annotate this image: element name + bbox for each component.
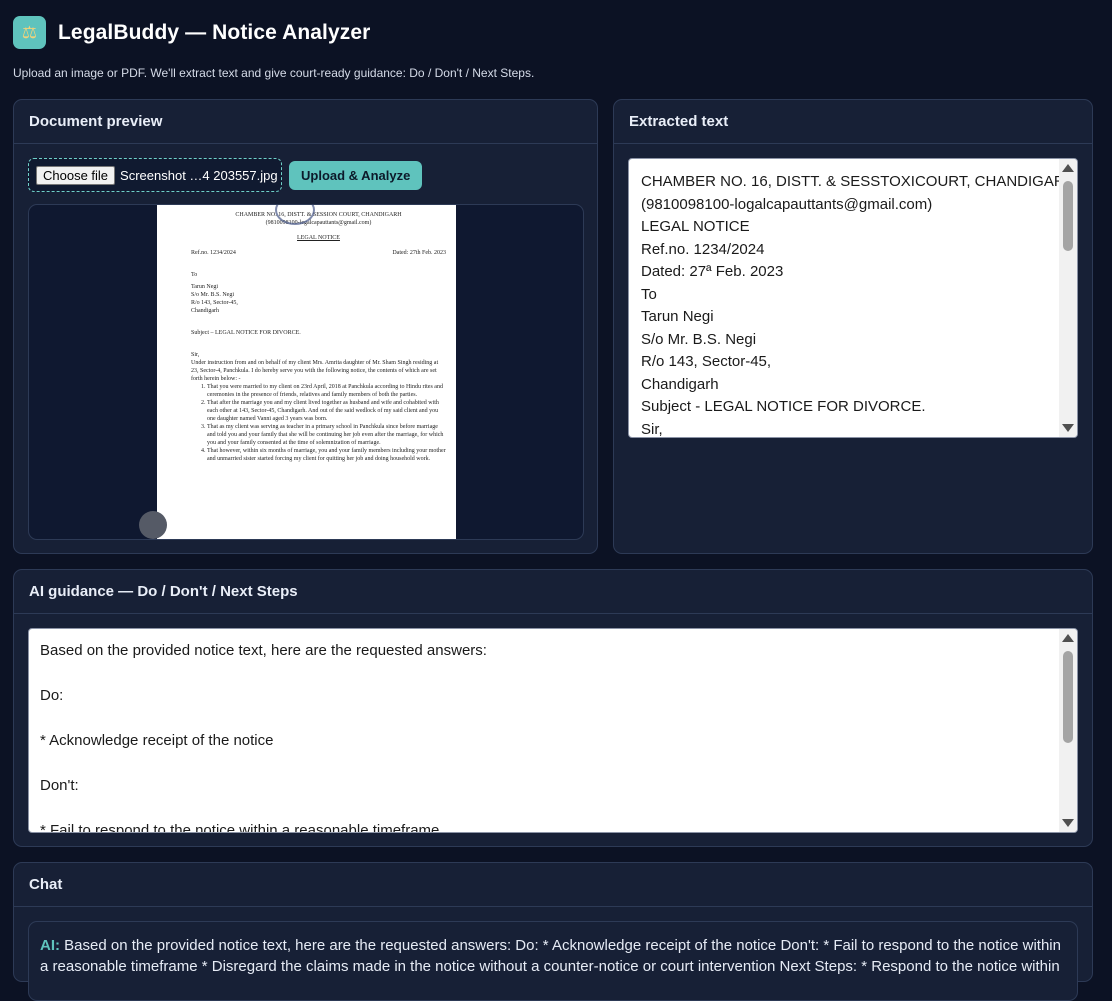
paper-ref-row: Ref.no. 1234/2024 Dated: 27th Feb. 2023: [191, 249, 446, 257]
paper-line: CHAMBER NO. 16, DISTT. & SESSION COURT, …: [235, 212, 402, 218]
chat-message: AI: Based on the provided notice text, h…: [28, 921, 1078, 1001]
scroll-up-arrow-icon[interactable]: [1062, 164, 1074, 172]
scroll-up-arrow-icon[interactable]: [1062, 634, 1074, 642]
chat-card: Chat AI: Based on the provided notice te…: [13, 862, 1093, 1001]
paper-point: That you were married to my client on 23…: [207, 383, 446, 399]
paper-line: S/o Mr. B.S. Negi: [191, 292, 235, 298]
extracted-line: R/o 143, Sector-45,: [641, 353, 772, 370]
extracted-text-area[interactable]: CHAMBER NO. 16, DISTT. & SESSTOXICOURT, …: [628, 158, 1078, 438]
paper-ref: Ref.no. 1234/2024: [191, 250, 236, 256]
paper-point: That however, within six months of marri…: [207, 447, 446, 463]
guidance-line: [40, 708, 1066, 731]
paper-line: (9810098100-legalcapauttants@gmail.com): [265, 220, 372, 226]
paper-line: Chandigarh: [191, 308, 219, 314]
paper-line: Tarun Negi: [191, 284, 219, 290]
notice-page-image: CHAMBER NO. 16, DISTT. & SESSION COURT, …: [157, 205, 456, 539]
guidance-scrollbar[interactable]: [1059, 629, 1077, 832]
scroll-down-arrow-icon[interactable]: [1062, 424, 1074, 432]
extracted-line: Ref.no. 1234/2024: [641, 240, 765, 258]
paper-line: Sir,: [191, 352, 200, 358]
file-input[interactable]: Choose file Screenshot …4 203557.jpg: [28, 158, 282, 192]
extracted-scrollbar[interactable]: [1059, 159, 1077, 437]
app-header: ⚖ LegalBuddy — Notice Analyzer: [13, 16, 370, 49]
app-title: LegalBuddy — Notice Analyzer: [58, 20, 371, 44]
chat-heading: Chat: [14, 863, 1092, 907]
upload-analyze-button[interactable]: Upload & Analyze: [289, 160, 423, 190]
paper-paragraph: Under instruction from and on behalf of …: [191, 360, 439, 382]
guidance-line: Do:: [40, 687, 64, 704]
paper-subject: Subject – LEGAL NOTICE FOR DIVORCE.: [191, 330, 301, 336]
extracted-line: To: [641, 285, 657, 303]
ai-guidance-text-area[interactable]: Based on the provided notice text, here …: [28, 628, 1078, 833]
extracted-line: Sir,: [641, 420, 663, 438]
guidance-line: Based on the provided notice text, here …: [40, 642, 487, 659]
document-image-preview: CHAMBER NO. 16, DISTT. & SESSION COURT, …: [28, 204, 584, 540]
guidance-line: [40, 663, 1066, 686]
paper-line: R/o 143, Sector-45,: [191, 300, 238, 306]
guidance-line: * Acknowledge receipt of the notice: [40, 732, 274, 749]
paper-points: That you were married to my client on 23…: [191, 383, 446, 463]
extracted-text-heading: Extracted text: [614, 100, 1092, 144]
scales-icon: ⚖: [13, 16, 46, 49]
paper-point: That after the marriage you and my clien…: [207, 399, 446, 423]
guidance-line: [40, 798, 1066, 821]
extracted-line: LEGAL NOTICE: [641, 218, 750, 235]
extracted-text-card: Extracted text CHAMBER NO. 16, DISTT. & …: [613, 99, 1093, 554]
extracted-line: Chandigarh: [641, 375, 719, 393]
extracted-line: CHAMBER NO. 16, DISTT. & SESSTOXICOURT, …: [641, 173, 1076, 190]
ai-guidance-heading: AI guidance — Do / Don't / Next Steps: [14, 570, 1092, 614]
app-subtitle: Upload an image or PDF. We'll extract te…: [13, 66, 535, 80]
selected-file-name: Screenshot …4 203557.jpg: [120, 167, 278, 183]
paper-line: To: [191, 272, 198, 278]
upload-row: Choose file Screenshot …4 203557.jpg Upl…: [28, 158, 423, 192]
paper-heading: LEGAL NOTICE: [297, 235, 340, 241]
extracted-line: Dated: 27ª Feb. 2023: [641, 263, 784, 280]
scroll-down-arrow-icon[interactable]: [1062, 819, 1074, 827]
guidance-line: * Fail to respond to the notice within a…: [40, 822, 440, 833]
extracted-line: Tarun Negi: [641, 308, 714, 325]
ai-guidance-card: AI guidance — Do / Don't / Next Steps Ba…: [13, 569, 1093, 847]
extracted-line: (9810098100-logalcapauttants@gmail.com): [641, 195, 933, 213]
extracted-line: Subject - LEGAL NOTICE FOR DIVORCE.: [641, 398, 926, 415]
scrollbar-thumb[interactable]: [1063, 181, 1073, 251]
chat-sender-label: AI:: [40, 937, 60, 954]
scrollbar-thumb[interactable]: [1063, 651, 1073, 743]
paper-point: That as my client was serving as teacher…: [207, 423, 446, 447]
document-preview-card: Document preview Choose file Screenshot …: [13, 99, 598, 554]
guidance-line: Don't:: [40, 777, 79, 794]
document-preview-heading: Document preview: [14, 100, 597, 144]
paper-date: Dated: 27th Feb. 2023: [392, 250, 446, 256]
choose-file-button[interactable]: Choose file: [36, 165, 116, 185]
extracted-line: S/o Mr. B.S. Negi: [641, 330, 757, 348]
preview-control-button[interactable]: [139, 511, 167, 539]
guidance-line: [40, 753, 1066, 776]
chat-message-text: Based on the provided notice text, here …: [40, 937, 1061, 975]
